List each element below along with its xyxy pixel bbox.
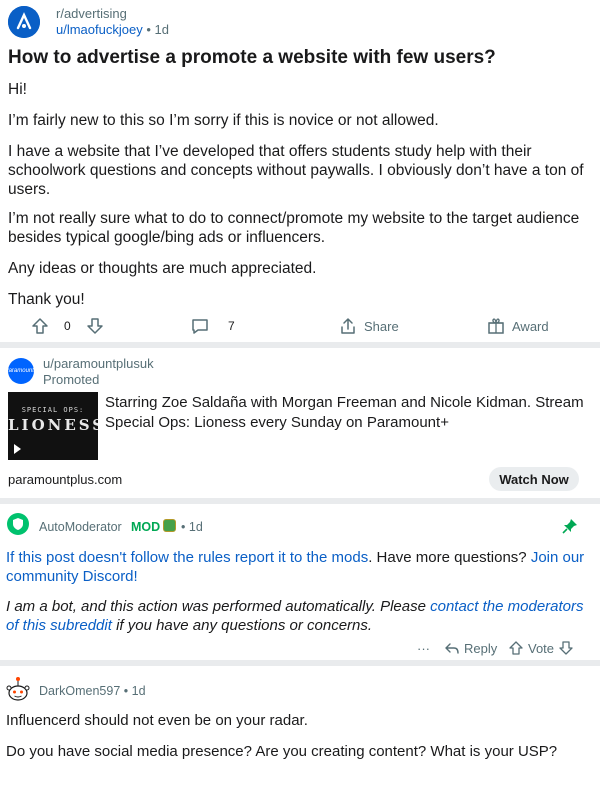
- comment-body-paragraph: If this post doesn't follow the rules re…: [6, 548, 594, 586]
- comment-icon: [192, 319, 208, 334]
- thumbnail-title: LIONESS: [8, 416, 98, 434]
- reply-icon: [445, 643, 459, 654]
- post-body-paragraph: I have a website that I’ve developed tha…: [8, 143, 584, 198]
- share-icon: [341, 318, 355, 334]
- comment-action-bar: ··· Reply Vote: [0, 638, 600, 658]
- comment-body-paragraph: I am a bot, and this action was performe…: [6, 597, 594, 635]
- play-icon: [14, 444, 21, 454]
- pin-icon: [562, 519, 577, 534]
- award-button[interactable]: Award: [486, 314, 549, 338]
- upvote-icon[interactable]: [508, 640, 524, 656]
- post-meta: u/lmaofuckjoey • 1d: [56, 22, 169, 37]
- comment-author[interactable]: AutoModerator: [39, 520, 122, 534]
- reply-label: Reply: [464, 640, 498, 656]
- advertiser-avatar[interactable]: Paramount+: [5, 358, 37, 384]
- share-button[interactable]: Share: [338, 314, 399, 338]
- share-label: Share: [364, 318, 399, 334]
- mod-badge: MOD: [131, 520, 161, 534]
- automod-shield-icon[interactable]: [7, 513, 29, 535]
- post-body-paragraph: I’m not really sure what to do to connec…: [8, 210, 580, 246]
- promoted-tag: Promoted: [43, 372, 100, 387]
- comment-text: . Have more questions?: [368, 549, 531, 566]
- award-label: Award: [512, 318, 549, 334]
- downvote-icon[interactable]: [85, 316, 105, 336]
- vote-group: 0: [30, 314, 105, 338]
- comment-age-value: 1d: [188, 520, 203, 534]
- post-body-paragraph: Hi!: [8, 81, 27, 98]
- reply-button[interactable]: Reply: [444, 638, 497, 658]
- award-icon: [488, 318, 504, 334]
- meta-separator: •: [146, 22, 151, 37]
- comment-text: if you have any questions or concerns.: [111, 617, 373, 634]
- snoo-avatar-icon[interactable]: [5, 674, 31, 704]
- comment-vote-group: Vote: [508, 638, 574, 658]
- comment-text: I am a bot, and this action was performe…: [6, 598, 431, 615]
- subreddit-name[interactable]: r/advertising: [56, 6, 127, 21]
- post-body-paragraph: I’m fairly new to this so I’m sorry if t…: [8, 112, 439, 129]
- post-body-paragraph: Any ideas or thoughts are much appreciat…: [8, 260, 317, 277]
- thumbnail-subtitle: SPECIAL OPS:: [21, 406, 85, 414]
- post-author[interactable]: u/lmaofuckjoey: [56, 22, 143, 37]
- post-age: 1d: [154, 22, 169, 37]
- ad-thumbnail[interactable]: SPECIAL OPS: LIONESS: [8, 392, 98, 460]
- more-options-button[interactable]: ···: [417, 638, 430, 658]
- meta-separator: •: [123, 684, 129, 698]
- rules-report-link[interactable]: If this post doesn't follow the rules re…: [6, 549, 368, 566]
- comment-count: 7: [228, 319, 235, 333]
- post-body-paragraph: Thank you!: [8, 291, 85, 308]
- ad-domain[interactable]: paramountplus.com: [8, 472, 122, 487]
- comment-age: 1d: [131, 684, 146, 698]
- meta-separator: •: [181, 520, 186, 534]
- comment-meta: DarkOmen597 • 1d: [39, 684, 146, 698]
- advertiser-name[interactable]: u/paramountplusuk: [43, 356, 154, 371]
- comments-button[interactable]: 7: [190, 314, 235, 338]
- flair-icon: [163, 519, 176, 532]
- downvote-icon[interactable]: [558, 640, 574, 656]
- post-title[interactable]: How to advertise a promote a website wit…: [8, 47, 592, 69]
- upvote-icon[interactable]: [30, 316, 50, 336]
- vote-label: Vote: [528, 640, 555, 656]
- subreddit-avatar[interactable]: [8, 6, 40, 38]
- watch-now-button[interactable]: Watch Now: [489, 467, 579, 491]
- post-action-bar: 0 7 Share Award: [0, 314, 600, 338]
- comment-author[interactable]: DarkOmen597: [39, 684, 120, 698]
- ad-headline[interactable]: Starring Zoe Saldaña with Morgan Freeman…: [105, 393, 595, 433]
- comment-age: • 1d: [181, 520, 203, 534]
- comment-body-paragraph: Do you have social media presence? Are y…: [6, 743, 558, 760]
- comment-body-paragraph: Influencerd should not even be on your r…: [6, 712, 308, 729]
- vote-count: 0: [64, 319, 71, 333]
- subreddit-logo-icon: [8, 6, 40, 38]
